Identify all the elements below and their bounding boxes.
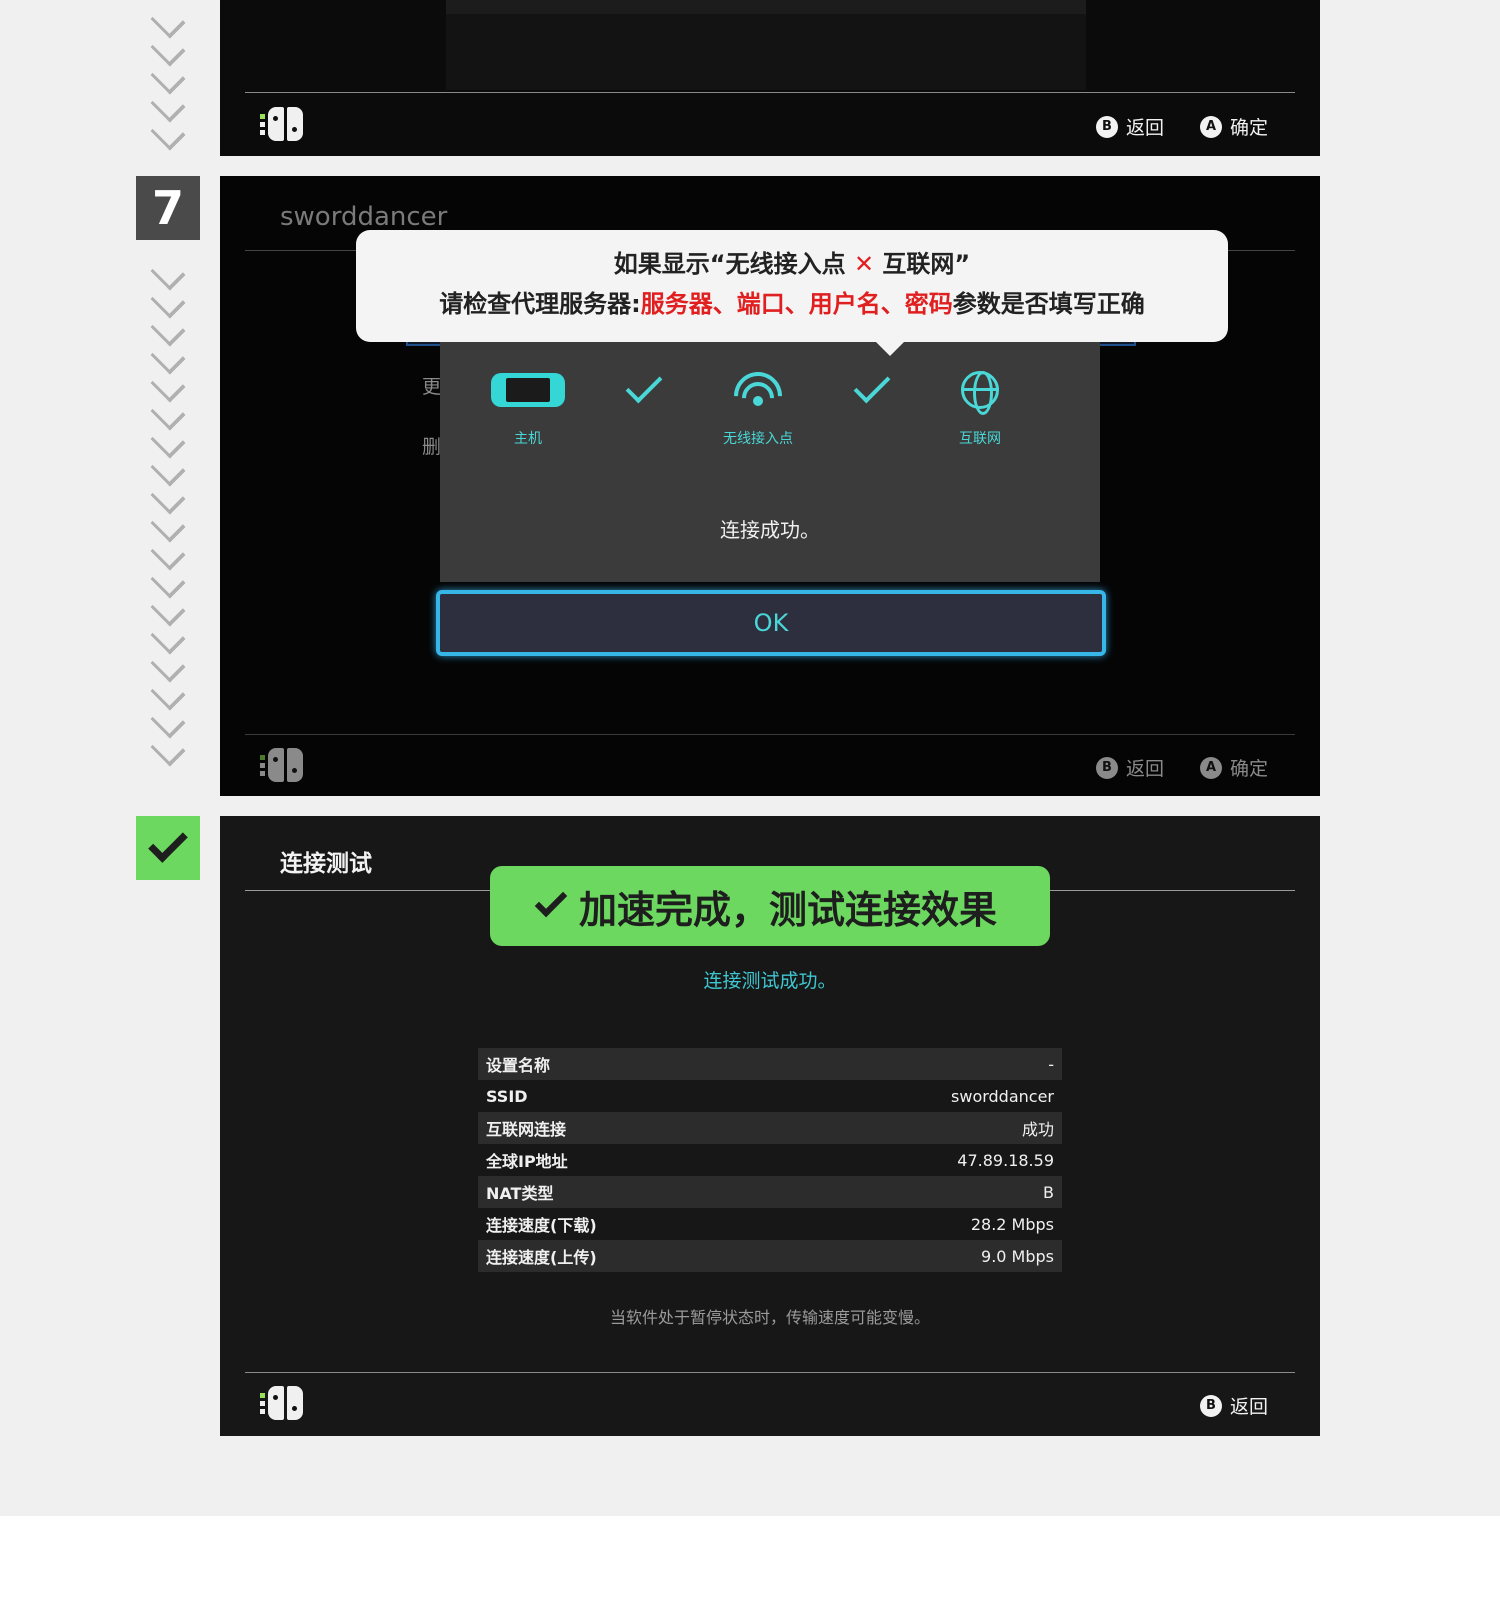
footer-divider <box>245 1372 1295 1373</box>
switch-screen-previous: B 返回 A 确定 <box>220 0 1320 156</box>
confirm-label: 确定 <box>1229 117 1268 139</box>
chevron-down-icon <box>150 731 186 767</box>
callout-line-1: 如果显示“无线接入点 ✕ 互联网” <box>356 244 1228 284</box>
joycon-icon <box>260 748 310 782</box>
network-name: sworddancer <box>280 202 448 232</box>
row-key: SSID <box>486 1086 528 1106</box>
dimmed-panel-bar <box>446 0 1086 14</box>
table-row: SSID sworddancer <box>478 1080 1062 1112</box>
row-value: 47.89.18.59 <box>957 1150 1054 1170</box>
acceleration-complete-banner: 加速完成，测试连接效果 <box>490 866 1050 946</box>
row-key: 连接速度(下载) <box>486 1216 597 1235</box>
check-icon <box>625 366 663 404</box>
check-icon <box>853 366 891 404</box>
b-button-icon: B <box>1095 756 1118 779</box>
row-key: 互联网连接 <box>486 1120 567 1139</box>
callout-line-2: 请检查代理服务器:服务器、端口、用户名、密码参数是否填写正确 <box>356 284 1228 324</box>
callout-line1-post: 互联网” <box>882 250 971 278</box>
test-result-message: 连接测试成功。 <box>703 970 837 992</box>
proxy-warning-callout: 如果显示“无线接入点 ✕ 互联网” 请检查代理服务器:服务器、端口、用户名、密码… <box>356 230 1228 356</box>
back-action[interactable]: B 返回 <box>1095 113 1164 140</box>
confirm-action[interactable]: A 确定 <box>1199 113 1268 140</box>
joycon-icon <box>260 107 310 141</box>
b-button-icon: B <box>1095 115 1118 138</box>
back-action[interactable]: B 返回 <box>1199 1392 1268 1419</box>
back-label: 返回 <box>1125 117 1164 139</box>
link-check-1 <box>624 366 664 428</box>
a-button-icon: A <box>1199 115 1222 138</box>
row-value: 成功 <box>1021 1120 1054 1139</box>
speed-note: 当软件处于暂停状态时，传输速度可能变慢。 <box>609 1308 930 1327</box>
check-icon <box>534 884 568 918</box>
joycon-icon <box>260 1386 310 1420</box>
row-value: 9.0 Mbps <box>981 1246 1054 1266</box>
b-button-icon: B <box>1199 1394 1222 1417</box>
connection-info-table: 设置名称 - SSID sworddancer 互联网连接 成功 全球IP地址 … <box>478 1048 1062 1272</box>
row-key: NAT类型 <box>486 1184 554 1203</box>
globe-icon <box>961 371 999 415</box>
cross-icon: ✕ <box>853 250 875 278</box>
footer-divider <box>245 92 1295 93</box>
footer-actions: B 返回 <box>1199 1392 1268 1419</box>
node-console: 主机 <box>490 368 566 448</box>
chevron-down-icon <box>150 115 186 151</box>
node-access-point-label: 无线接入点 <box>723 431 793 447</box>
back-action[interactable]: B 返回 <box>1095 754 1164 781</box>
table-row: 设置名称 - <box>478 1048 1062 1080</box>
page-title: 连接测试 <box>280 851 372 877</box>
row-key: 全球IP地址 <box>486 1152 568 1171</box>
table-row: NAT类型 B <box>478 1176 1062 1208</box>
console-icon <box>491 373 565 407</box>
footer-actions: B 返回 A 确定 <box>1095 113 1268 140</box>
chevron-rail-middle <box>148 255 188 767</box>
callout-line2-highlight: 服务器、端口、用户名、密码 <box>640 290 953 318</box>
connection-message: 连接成功。 <box>720 518 820 542</box>
row-key: 设置名称 <box>486 1056 551 1075</box>
step-badge-7: 7 <box>136 176 200 240</box>
callout-line1-pre: 如果显示“无线接入点 <box>613 250 846 278</box>
row-value: 28.2 Mbps <box>970 1214 1054 1234</box>
table-row: 全球IP地址 47.89.18.59 <box>478 1144 1062 1176</box>
confirm-action[interactable]: A 确定 <box>1199 754 1268 781</box>
back-label: 返回 <box>1125 758 1164 780</box>
table-row: 连接速度(下载) 28.2 Mbps <box>478 1208 1062 1240</box>
node-internet: 互联网 <box>940 368 1020 448</box>
page-bottom-margin <box>0 1516 1500 1622</box>
ok-button[interactable]: OK <box>436 590 1106 656</box>
row-value: - <box>1048 1054 1054 1074</box>
row-key: 连接速度(上传) <box>486 1248 597 1267</box>
node-access-point: 无线接入点 <box>708 368 808 448</box>
table-row: 互联网连接 成功 <box>478 1112 1062 1144</box>
row-value: sworddancer <box>951 1086 1054 1106</box>
callout-line2-pre: 请检查代理服务器: <box>439 290 641 318</box>
menu-item-change[interactable]: 更 <box>422 372 441 399</box>
node-internet-label: 互联网 <box>959 431 1001 447</box>
step-badge-complete <box>136 816 200 880</box>
row-value: B <box>1043 1182 1054 1202</box>
a-button-icon: A <box>1199 756 1222 779</box>
footer-divider <box>245 734 1295 735</box>
footer-actions: B 返回 A 确定 <box>1095 754 1268 781</box>
confirm-label: 确定 <box>1229 758 1268 780</box>
link-check-2 <box>852 366 892 428</box>
check-icon <box>148 823 188 863</box>
callout-line2-post: 参数是否填写正确 <box>952 290 1145 318</box>
back-label: 返回 <box>1229 1396 1268 1418</box>
table-row: 连接速度(上传) 9.0 Mbps <box>478 1240 1062 1272</box>
chevron-rail-top <box>148 3 188 151</box>
step-number: 7 <box>151 181 184 235</box>
menu-item-delete[interactable]: 删 <box>422 432 441 459</box>
banner-text: 加速完成，测试连接效果 <box>578 887 997 932</box>
node-console-label: 主机 <box>514 431 542 447</box>
wifi-icon <box>734 370 782 410</box>
